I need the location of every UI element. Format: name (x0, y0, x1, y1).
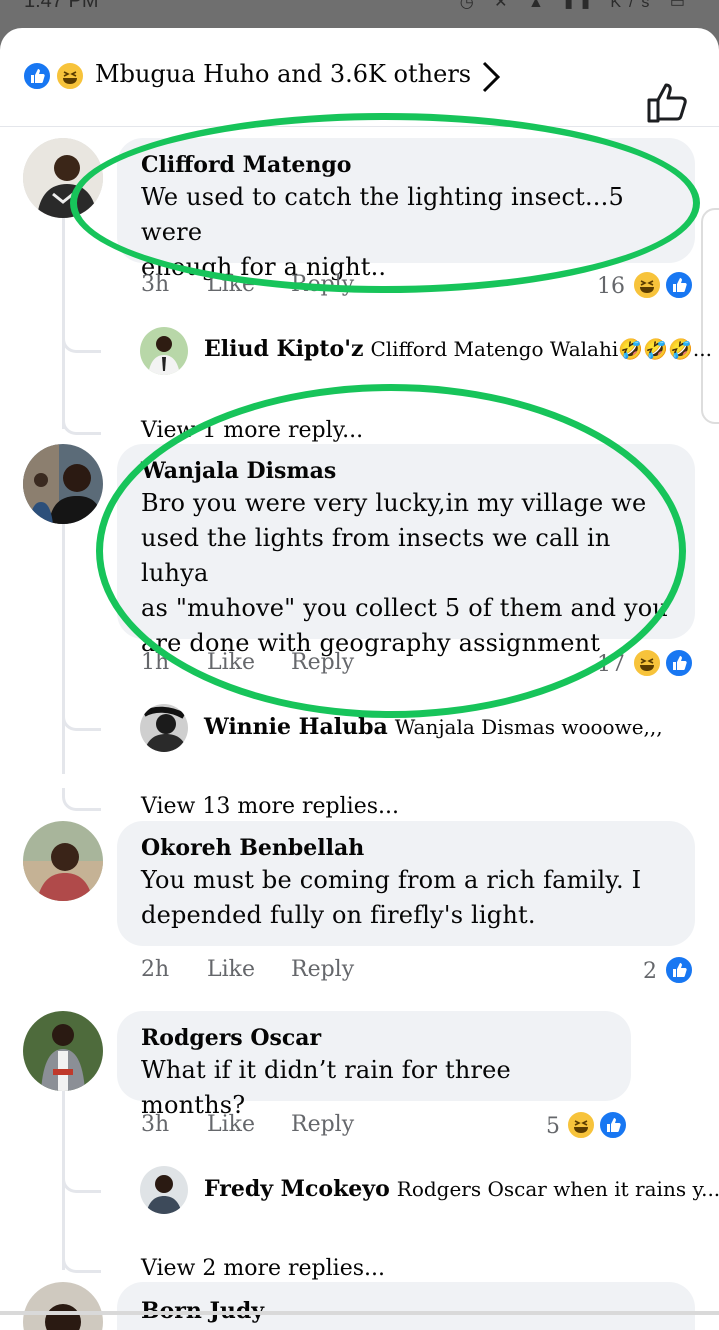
like-link[interactable]: Like (207, 957, 255, 982)
thread-line (62, 217, 65, 429)
commenter-name[interactable]: Wanjala Dismas (141, 456, 671, 486)
reaction-count: 5 (546, 1114, 560, 1139)
avatar[interactable] (140, 1166, 188, 1214)
view-more-replies[interactable]: View 13 more replies... (141, 794, 399, 819)
like-link[interactable]: Like (207, 1112, 255, 1137)
reactors-summary[interactable]: Mbugua Huho and 3.6K others (95, 60, 471, 88)
reaction-count: 2 (643, 959, 657, 984)
reply-link[interactable]: Reply (291, 650, 354, 675)
reply-connector (62, 330, 101, 353)
avatar[interactable] (140, 327, 188, 375)
reply-link[interactable]: Reply (291, 957, 354, 982)
reply-text: Rodgers Oscar when it rains y... (396, 1177, 719, 1201)
comment-text: depended fully on firefly's light. (141, 901, 536, 929)
commenter-name[interactable]: Rodgers Oscar (141, 1023, 607, 1053)
reply-author[interactable]: Eliud Kipto'z (204, 336, 363, 362)
chevron-right-icon[interactable] (480, 60, 502, 94)
reply-author[interactable]: Winnie Haluba (204, 714, 388, 740)
comment-time: 2h (141, 957, 170, 982)
status-time: 1:47 PM (24, 0, 99, 12)
reply-author[interactable]: Fredy Mcokeyo (204, 1176, 390, 1202)
reply-text: Clifford Matengo Walahi🤣🤣🤣... (370, 337, 712, 361)
thread-line (62, 524, 65, 774)
reaction-count: 17 (597, 652, 625, 677)
comment-bubble[interactable]: Okoreh Benbellah You must be coming from… (117, 821, 695, 946)
comment-bubble[interactable]: Wanjala Dismas Bro you were very lucky,i… (117, 444, 695, 657)
avatar[interactable] (23, 444, 103, 524)
avatar[interactable] (23, 1011, 103, 1091)
reply-connector (62, 412, 101, 435)
commenter-name[interactable]: Clifford Matengo (141, 150, 671, 180)
reactions-comments-sheet: Mbugua Huho and 3.6K others Clifford Mat… (0, 28, 719, 1330)
reply-link[interactable]: Reply (291, 272, 354, 297)
view-more-replies[interactable]: View 1 more reply... (141, 418, 363, 443)
reply-connector (62, 708, 101, 731)
like-reaction-icon (664, 270, 694, 300)
reply-connector (62, 1170, 101, 1193)
reply-connector (62, 788, 101, 811)
comment-text: You must be coming from a rich family. I (141, 866, 642, 894)
comment-text: used the lights from insects we call in … (141, 524, 611, 587)
haha-reaction-icon (566, 1110, 596, 1140)
reply-preview[interactable]: Fredy Mcokeyo Rodgers Oscar when it rain… (204, 1176, 719, 1202)
comment-bubble[interactable]: Rodgers Oscar What if it didn’t rain for… (117, 1011, 631, 1119)
avatar[interactable] (23, 821, 103, 901)
reactions-header[interactable]: Mbugua Huho and 3.6K others (0, 28, 719, 127)
status-bar: 1:47 PM ◷ ✕ ▲ ▮▮ K/s ▭ (0, 0, 719, 28)
haha-reaction-icon (632, 270, 662, 300)
reply-preview[interactable]: Eliud Kipto'z Clifford Matengo Walahi🤣🤣🤣… (204, 336, 712, 362)
side-scroll-tab[interactable] (701, 208, 719, 424)
haha-reaction-icon (55, 61, 85, 91)
like-link[interactable]: Like (207, 272, 255, 297)
like-reaction-icon (664, 955, 694, 985)
view-more-replies[interactable]: View 2 more replies... (141, 1256, 385, 1281)
thumbs-up-outline-icon[interactable] (646, 82, 690, 124)
comment-bubble[interactable]: Born Judy (117, 1282, 695, 1330)
like-reaction-icon (22, 61, 52, 91)
comment-text: as "muhove" you collect 5 of them and yo… (141, 594, 669, 622)
haha-reaction-icon (632, 648, 662, 678)
comment-text: Bro you were very lucky,in my village we (141, 489, 647, 517)
avatar[interactable] (140, 704, 188, 752)
like-reaction-icon (598, 1110, 628, 1140)
comment-text: We used to catch the lighting insect...5… (141, 183, 624, 246)
comment-time: 3h (141, 272, 170, 297)
reaction-count: 16 (597, 274, 625, 299)
avatar[interactable] (23, 1282, 103, 1330)
like-reaction-icon (664, 648, 694, 678)
comment-bubble[interactable]: Clifford Matengo We used to catch the li… (117, 138, 695, 281)
bottom-divider (0, 1311, 719, 1315)
reply-link[interactable]: Reply (291, 1112, 354, 1137)
reply-text: Wanjala Dismas wooowe,,, (394, 715, 663, 739)
like-link[interactable]: Like (207, 650, 255, 675)
status-icons: ◷ ✕ ▲ ▮▮ K/s ▭ (460, 0, 693, 12)
comment-time: 3h (141, 1112, 170, 1137)
network-speed: K/s (610, 0, 658, 11)
reply-preview[interactable]: Winnie Haluba Wanjala Dismas wooowe,,, (204, 714, 663, 740)
comment-time: 1h (141, 650, 170, 675)
reply-connector (62, 1250, 101, 1273)
avatar[interactable] (23, 138, 103, 218)
commenter-name[interactable]: Okoreh Benbellah (141, 833, 671, 863)
